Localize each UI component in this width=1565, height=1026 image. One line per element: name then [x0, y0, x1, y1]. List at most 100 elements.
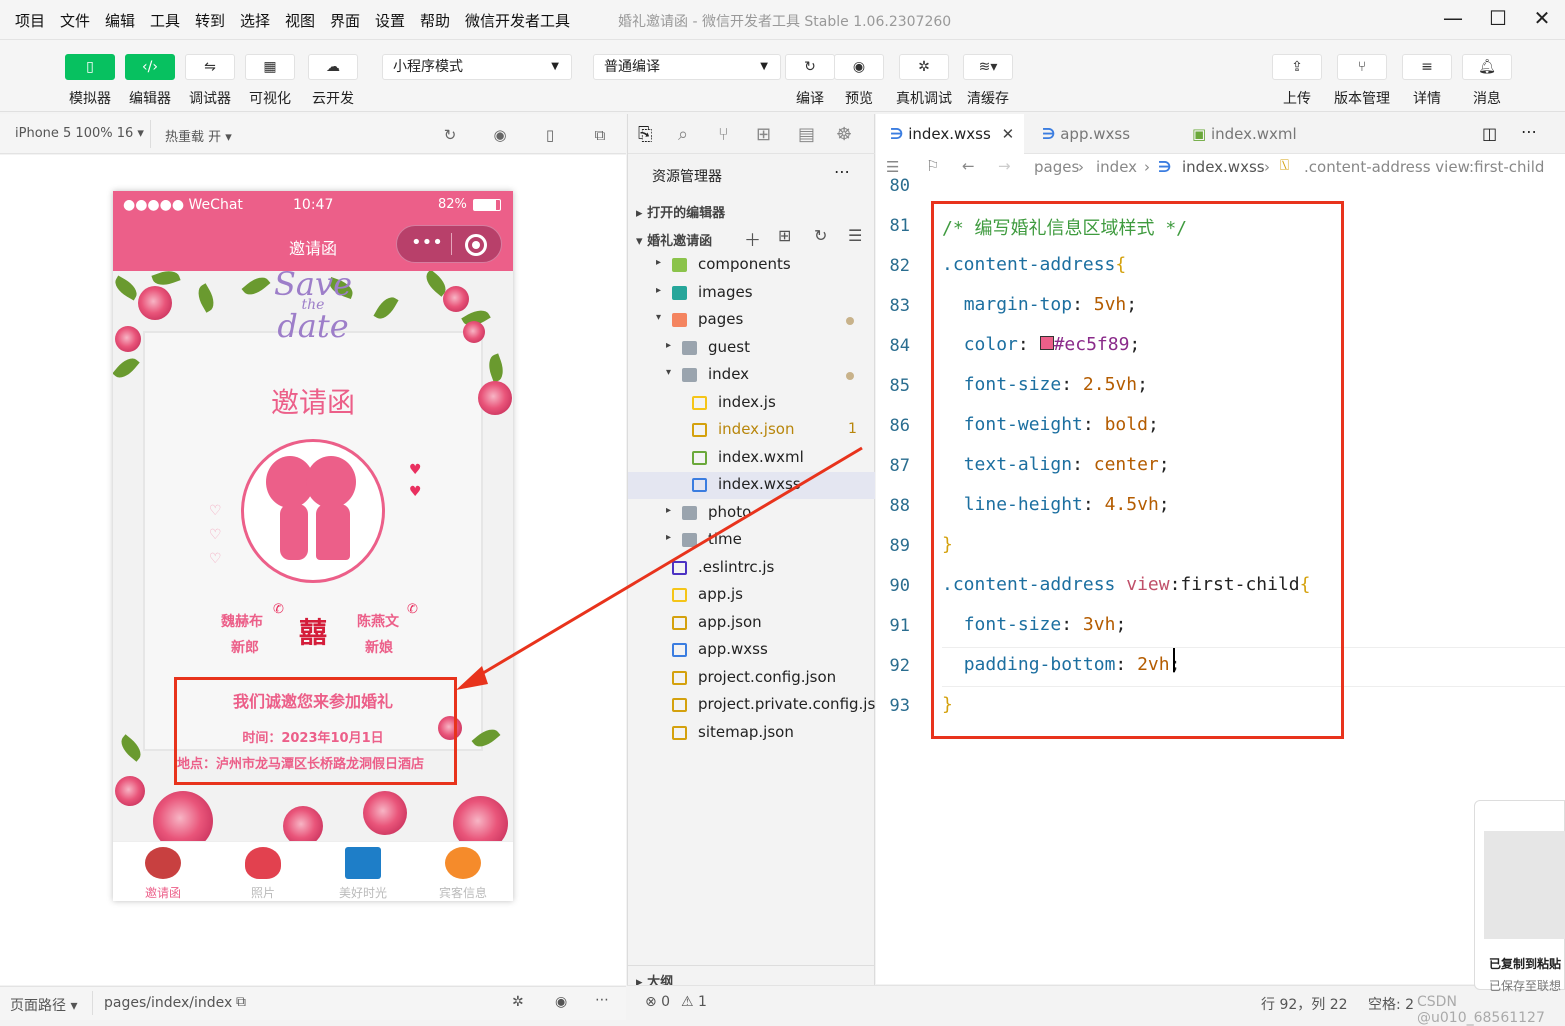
tab-index-wxml[interactable]: ▣ index.wxml — [1176, 114, 1326, 154]
close-mini-icon[interactable] — [465, 234, 487, 256]
tree-item[interactable]: ▸ components — [628, 252, 875, 279]
collapse-icon[interactable]: ☰ — [848, 226, 862, 245]
breadcrumb-selector[interactable]: .content-address view:first-child — [1304, 158, 1544, 176]
bug-icon[interactable]: ✲ — [512, 994, 524, 1010]
tree-item-label: index.js — [718, 392, 776, 411]
tab-photos[interactable]: 照片 — [213, 842, 313, 902]
breadcrumb-pages[interactable]: pages — [1034, 158, 1079, 176]
docker-icon[interactable]: ☸ — [836, 124, 852, 145]
menu-help[interactable]: 帮助 — [420, 10, 450, 31]
menu-view[interactable]: 视图 — [285, 10, 315, 31]
version-button[interactable]: ⑂ — [1337, 54, 1387, 80]
chevron-right-icon[interactable]: ▸ — [656, 285, 661, 296]
storage-icon[interactable]: ▤ — [798, 124, 815, 145]
heart-icon: ♥ ♥ — [409, 462, 422, 500]
mode-select[interactable]: 小程序模式 ▼ — [382, 54, 572, 80]
tree-item[interactable]: sitemap.json — [628, 720, 875, 747]
more-icon[interactable]: ⋯ — [834, 162, 850, 181]
details-button[interactable]: ≡ — [1402, 54, 1452, 80]
messages-button[interactable]: 🔔︎ — [1462, 54, 1512, 80]
extensions-icon[interactable]: ⊞ — [756, 124, 771, 145]
preview-button[interactable]: ◉ — [834, 54, 884, 80]
rose-decoration — [453, 796, 508, 841]
phone-call-icon[interactable]: ✆ — [407, 602, 418, 617]
tree-item[interactable]: ▾ index — [628, 362, 875, 389]
menu-project[interactable]: 项目 — [15, 10, 45, 31]
list-icon[interactable]: ☰ — [886, 158, 899, 176]
copy-icon[interactable]: ⧉ — [236, 994, 246, 1010]
menu-tools[interactable]: 工具 — [150, 10, 180, 31]
page-path-select[interactable]: 页面路径 ▾ — [10, 995, 77, 1015]
tree-item[interactable]: ▸ images — [628, 280, 875, 307]
highlight-box — [931, 201, 1344, 739]
open-editors-section[interactable]: ▸ 打开的编辑器 — [636, 202, 725, 221]
maximize-icon[interactable]: ☐ — [1483, 6, 1513, 34]
clear-cache-button[interactable]: ≋▾ — [963, 54, 1013, 80]
tab-bar: 邀请函 照片 美好时光 宾客信息 — [113, 841, 513, 901]
chevron-down-icon[interactable]: ▾ — [666, 367, 671, 378]
line-number: 82 — [889, 256, 910, 276]
menu-select[interactable]: 选择 — [240, 10, 270, 31]
breadcrumb-index[interactable]: index — [1096, 158, 1137, 176]
visual-button[interactable]: ▦ — [245, 54, 295, 80]
menu-goto[interactable]: 转到 — [195, 10, 225, 31]
new-file-icon[interactable]: ＋ — [744, 226, 761, 251]
menu-settings[interactable]: 设置 — [375, 10, 405, 31]
menu-interface[interactable]: 界面 — [330, 10, 360, 31]
tab-index-wxss[interactable]: ∋ index.wxss ✕ — [876, 114, 1024, 154]
tree-item[interactable]: ▸ guest — [628, 335, 875, 362]
indent-setting[interactable]: 空格: 2 — [1368, 994, 1414, 1014]
compile-select[interactable]: 普通编译 ▼ — [593, 54, 781, 80]
editor-button[interactable]: ‹/› — [125, 54, 175, 80]
more-icon[interactable]: ⋯ — [595, 992, 609, 1008]
git-icon[interactable]: ⑂ — [718, 124, 729, 145]
refresh-icon[interactable]: ↻ — [814, 226, 827, 245]
device-select[interactable]: iPhone 5 100% 16 ▾ — [15, 126, 144, 141]
menu-devtools[interactable]: 微信开发者工具 — [465, 10, 570, 31]
files-icon[interactable]: ⎘ — [638, 124, 652, 145]
debugger-button[interactable]: ⇋ — [185, 54, 235, 80]
real-debug-button[interactable]: ✲ — [899, 54, 949, 80]
project-section[interactable]: ▾ 婚礼邀请函 — [636, 230, 712, 249]
back-icon[interactable]: ← — [962, 157, 975, 175]
tab-moments[interactable]: 美好时光 — [313, 842, 413, 902]
bookmark-icon[interactable]: ⚐ — [926, 157, 939, 175]
phone-icon[interactable]: ▯ — [541, 126, 559, 144]
css-file-icon: ∋ — [1042, 125, 1056, 143]
close-icon[interactable]: ✕ — [1527, 6, 1557, 34]
close-tab-icon[interactable]: ✕ — [1002, 125, 1015, 143]
tab-app-wxss[interactable]: ∋ app.wxss — [1026, 114, 1176, 154]
tree-item[interactable]: index.js — [628, 390, 875, 417]
menu-file[interactable]: 文件 — [60, 10, 90, 31]
tab-invitation[interactable]: 邀请函 — [113, 842, 213, 902]
menu-edit[interactable]: 编辑 — [105, 10, 135, 31]
cursor-position[interactable]: 行 92，列 22 — [1261, 994, 1348, 1014]
chevron-right-icon[interactable]: ▸ — [656, 257, 661, 268]
compile-button[interactable]: ↻ — [785, 54, 835, 80]
upload-button[interactable]: ⇪ — [1272, 54, 1322, 80]
popout-icon[interactable]: ⧉ — [591, 126, 609, 144]
breadcrumb-file[interactable]: index.wxss — [1182, 158, 1265, 176]
chevron-right-icon[interactable]: ▸ — [666, 340, 671, 351]
phone-call-icon[interactable]: ✆ — [273, 602, 284, 617]
rotate-icon[interactable]: ↻ — [441, 126, 459, 144]
cloud-button[interactable]: ☁ — [308, 54, 358, 80]
search-icon[interactable]: ⌕ — [678, 124, 688, 145]
warning-count[interactable]: ⚠ 1 — [681, 994, 707, 1010]
capsule-menu[interactable]: ••• — [396, 225, 502, 263]
forward-icon[interactable]: → — [998, 157, 1011, 175]
tree-item[interactable]: ▾ pages — [628, 307, 875, 334]
line-number: 89 — [889, 536, 910, 556]
more-icon[interactable]: ⋯ — [1521, 122, 1537, 141]
hot-reload-select[interactable]: 热重载 开 ▾ — [165, 126, 232, 145]
eye-icon[interactable]: ◉ — [555, 994, 567, 1010]
minimize-icon[interactable]: — — [1438, 6, 1468, 34]
stop-icon[interactable]: ◉ — [491, 126, 509, 144]
split-editor-icon[interactable]: ◫ — [1482, 124, 1497, 143]
tab-guests[interactable]: 宾客信息 — [413, 842, 513, 902]
error-count[interactable]: ⊗ 0 — [645, 994, 670, 1010]
more-icon[interactable]: ••• — [411, 232, 443, 253]
new-folder-icon[interactable]: ⊞ — [778, 226, 791, 245]
simulator-button[interactable]: ▯ — [65, 54, 115, 80]
chevron-down-icon[interactable]: ▾ — [656, 312, 661, 323]
